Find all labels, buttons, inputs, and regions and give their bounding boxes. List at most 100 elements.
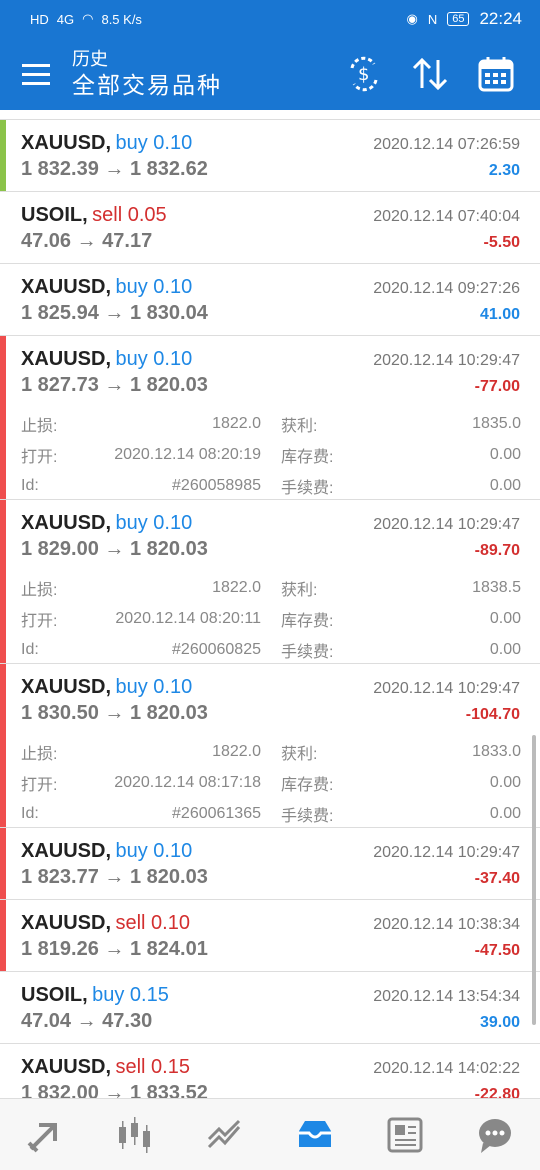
scrollbar-thumb[interactable] xyxy=(532,735,536,1025)
trade-row[interactable]: XAUUSD, sell 0.10 2020.12.14 10:38:34 1 8… xyxy=(0,900,540,972)
trade-time: 2020.12.14 14:02:22 xyxy=(373,1060,520,1077)
trade-prices: 47.04 → 47.30 xyxy=(21,1010,153,1032)
sl-label: 止损: xyxy=(21,581,58,599)
hd-indicator: HD xyxy=(30,11,49,27)
trade-side: buy 0.10 xyxy=(115,676,193,698)
tp-label: 获利: xyxy=(281,581,318,599)
open-label: 打开: xyxy=(21,448,58,466)
status-bar: HD 4G ◠ 8.5 K/s ◉ N 65 22:24 xyxy=(0,0,540,38)
trade-side: buy 0.10 xyxy=(115,132,193,154)
trade-details: 止损: 1822.0 获利: 1833.0 打开: 2020.12.14 08:17:… xyxy=(21,736,521,829)
trade-prices: 1 819.26 → 1 824.01 xyxy=(21,938,208,960)
sl-label: 止损: xyxy=(21,417,58,435)
trade-details: 止损: 1822.0 获利: 1835.0 打开: 2020.12.14 08:20:… xyxy=(21,408,521,501)
battery-indicator: 65 xyxy=(447,12,470,26)
trade-side: buy 0.10 xyxy=(115,276,193,298)
trade-row[interactable]: USOIL, sell 0.05 2020.12.14 07:40:04 47.0… xyxy=(0,192,540,264)
trade-prices: 1 825.94 → 1 830.04 xyxy=(21,302,208,324)
trade-profit: 41.00 xyxy=(479,306,520,323)
id-label: Id: xyxy=(21,640,39,658)
trade-profit: -77.00 xyxy=(474,378,520,395)
trade-symbol: XAUUSD, xyxy=(21,512,112,534)
trade-symbol: USOIL, xyxy=(21,204,88,226)
trade-time: 2020.12.14 10:29:47 xyxy=(373,516,520,533)
commission-label: 手续费: xyxy=(281,479,334,497)
trade-icon[interactable] xyxy=(195,1105,255,1165)
trade-row[interactable]: XAUUSD, buy 0.10 2020.12.14 09:27:26 1 82… xyxy=(0,264,540,336)
trade-row[interactable]: XAUUSD, buy 0.10 2020.12.14 10:29:47 1 82… xyxy=(0,828,540,900)
hamburger-menu-icon[interactable] xyxy=(0,38,72,110)
commission-value: 0.00 xyxy=(489,640,521,658)
news-icon[interactable] xyxy=(375,1105,435,1165)
symbol-filter[interactable]: 全部交易品种 xyxy=(72,70,222,100)
trade-row-expanded[interactable]: XAUUSD, buy 0.10 2020.12.14 10:29:47 1 82… xyxy=(0,336,540,500)
trade-prices: 1 832.00 → 1 833.52 xyxy=(21,1082,208,1098)
trade-profit: -104.70 xyxy=(465,706,520,723)
swap-label: 库存费: xyxy=(281,776,334,794)
id-label: Id: xyxy=(21,804,39,822)
commission-label: 手续费: xyxy=(281,807,334,825)
swap-label: 库存费: xyxy=(281,448,334,466)
tp-value: 1833.0 xyxy=(472,742,521,760)
commission-value: 0.00 xyxy=(489,476,521,494)
commission-value: 0.00 xyxy=(489,804,521,822)
trade-row[interactable]: USOIL, buy 0.15 2020.12.14 13:54:34 47.04… xyxy=(0,972,540,1044)
bottom-navigation xyxy=(0,1098,540,1170)
header-titles: 历史 全部交易品种 xyxy=(72,48,222,100)
trade-history-list[interactable]: XAUUSD, buy 0.10 2020.12.14 07:26:59 1 83… xyxy=(0,110,540,1098)
id-value: #260058985 xyxy=(172,476,261,494)
trade-time: 2020.12.14 10:29:47 xyxy=(373,352,520,369)
trade-side: buy 0.15 xyxy=(92,984,169,1006)
signal-indicator: 4G xyxy=(56,11,75,27)
page-title: 历史 xyxy=(72,49,108,69)
trade-symbol: XAUUSD, xyxy=(21,132,112,154)
trade-symbol: XAUUSD, xyxy=(21,676,112,698)
commission-label: 手续费: xyxy=(281,643,334,661)
history-inbox-icon[interactable] xyxy=(285,1105,345,1165)
chat-icon[interactable] xyxy=(465,1105,525,1165)
trade-profit: -47.50 xyxy=(474,942,520,959)
eye-icon: ◉ xyxy=(406,11,418,26)
trade-time: 2020.12.14 13:54:34 xyxy=(373,988,520,1005)
quotes-icon[interactable] xyxy=(15,1105,75,1165)
trade-prices: 1 832.39 → 1 832.62 xyxy=(21,158,208,180)
trade-prices: 1 829.00 → 1 820.03 xyxy=(21,538,208,560)
trade-symbol: XAUUSD, xyxy=(21,348,112,370)
sort-arrows-icon[interactable] xyxy=(408,52,452,96)
trade-time: 2020.12.14 07:26:59 xyxy=(373,136,520,153)
tp-label: 获利: xyxy=(281,745,318,763)
trade-symbol: XAUUSD, xyxy=(21,912,112,934)
currency-exchange-icon[interactable]: $ xyxy=(342,52,386,96)
trade-side: buy 0.10 xyxy=(115,348,193,370)
trade-side: buy 0.10 xyxy=(115,512,193,534)
id-value: #260060825 xyxy=(172,640,261,658)
sl-value: 1822.0 xyxy=(212,578,261,596)
trade-time: 2020.12.14 10:29:47 xyxy=(373,680,520,697)
open-label: 打开: xyxy=(21,612,58,630)
trade-profit: -22.80 xyxy=(474,1086,520,1098)
app-bar: 历史 全部交易品种 $ xyxy=(0,38,540,110)
trade-symbol: XAUUSD, xyxy=(21,840,112,862)
tp-value: 1835.0 xyxy=(472,414,521,432)
trade-time: 2020.12.14 10:38:34 xyxy=(373,916,520,933)
swap-label: 库存费: xyxy=(281,612,334,630)
chart-candles-icon[interactable] xyxy=(105,1105,165,1165)
svg-text:$: $ xyxy=(358,64,369,85)
trade-profit: -5.50 xyxy=(483,234,520,251)
trade-symbol: USOIL, xyxy=(21,984,88,1006)
trade-profit: -89.70 xyxy=(474,542,520,559)
sl-label: 止损: xyxy=(21,745,58,763)
trade-symbol: XAUUSD, xyxy=(21,1056,112,1078)
open-label: 打开: xyxy=(21,776,58,794)
trade-prices: 1 823.77 → 1 820.03 xyxy=(21,866,208,888)
calendar-icon[interactable] xyxy=(474,52,518,96)
trade-row-expanded[interactable]: XAUUSD, buy 0.10 2020.12.14 10:29:47 1 82… xyxy=(0,500,540,664)
id-label: Id: xyxy=(21,476,39,494)
trade-side: sell 0.15 xyxy=(115,1056,190,1078)
open-value: 2020.12.14 08:20:11 xyxy=(115,609,261,627)
wifi-icon: ◠ xyxy=(82,11,94,26)
trade-profit: -37.40 xyxy=(474,870,520,887)
trade-row[interactable]: XAUUSD, buy 0.10 2020.12.14 07:26:59 1 83… xyxy=(0,120,540,192)
trade-row-expanded[interactable]: XAUUSD, buy 0.10 2020.12.14 10:29:47 1 83… xyxy=(0,664,540,828)
trade-row[interactable]: XAUUSD, sell 0.15 2020.12.14 14:02:22 1 8… xyxy=(0,1044,540,1098)
